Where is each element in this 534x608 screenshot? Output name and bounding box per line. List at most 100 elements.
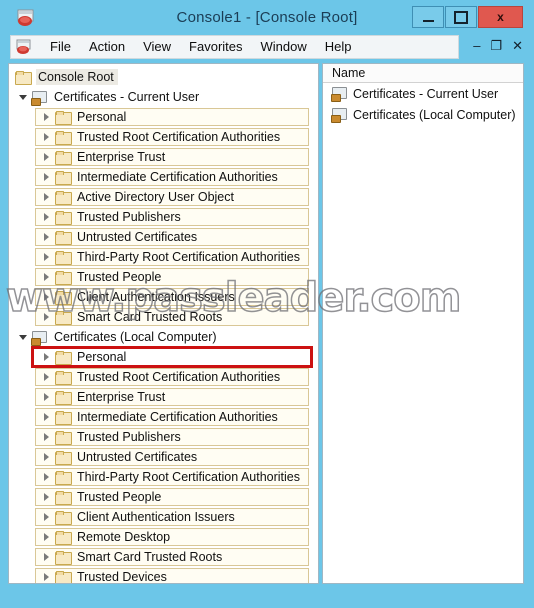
chevron-right-icon[interactable] [40,491,53,504]
chevron-right-icon[interactable] [40,451,53,464]
folder-icon [55,130,72,145]
list-item-label: Certificates - Current User [353,86,499,101]
chevron-right-icon[interactable] [40,231,53,244]
tree-item-label: Console Root [36,69,118,85]
tree-item-trusted-devices[interactable]: Trusted Devices [9,567,318,584]
menu-item-help[interactable]: Help [316,36,361,58]
console-tree-pane[interactable]: Console Root Certificates - Current User P… [8,63,319,584]
chevron-right-icon[interactable] [40,131,53,144]
tree-item-label: Third-Party Root Certification Authoriti… [77,250,301,264]
mdi-window-controls: – ❐ ✕ [473,37,523,55]
chevron-right-icon[interactable] [40,171,53,184]
tree-item-label: Personal [77,350,127,364]
chevron-right-icon[interactable] [40,371,53,384]
chevron-right-icon[interactable] [40,271,53,284]
tree-item-trusted-people[interactable]: Trusted People [9,487,318,507]
tree-item-label: Enterprise Trust [77,150,166,164]
chevron-right-icon[interactable] [40,351,53,364]
chevron-right-icon[interactable] [40,311,53,324]
tree-item-remote-desktop[interactable]: Remote Desktop [9,527,318,547]
tree-item-certificates-local-computer[interactable]: Certificates (Local Computer) [9,327,318,347]
tree-item-trusted-root-certification-authorities[interactable]: Trusted Root Certification Authorities [9,127,318,147]
menu-bar: File Action View Favorites Window Help –… [5,33,529,61]
tree-item-untrusted-certificates[interactable]: Untrusted Certificates [9,227,318,247]
chevron-right-icon[interactable] [40,511,53,524]
tree-item-personal[interactable]: Personal [9,107,318,127]
chevron-right-icon[interactable] [40,411,53,424]
chevron-right-icon[interactable] [40,431,53,444]
tree-item-smart-card-trusted-roots[interactable]: Smart Card Trusted Roots [9,307,318,327]
tree-item-console-root[interactable]: Console Root [9,67,318,87]
mdi-close-button[interactable]: ✕ [512,37,523,55]
tree-item-trusted-people[interactable]: Trusted People [9,267,318,287]
tree-item-client-authentication-issuers[interactable]: Client Authentication Issuers [9,507,318,527]
list-item-label: Certificates (Local Computer) [353,107,516,122]
chevron-right-icon[interactable] [40,571,53,584]
folder-icon [55,150,72,165]
tree-item-intermediate-certification-authorities[interactable]: Intermediate Certification Authorities [9,167,318,187]
tree-item-certificates-current-user[interactable]: Certificates - Current User [9,87,318,107]
folder-icon [55,530,72,545]
menu-item-window[interactable]: Window [252,36,316,58]
tree-item-label: Trusted People [77,270,162,284]
mdi-restore-button[interactable]: ❐ [490,37,502,55]
tree-item-personal[interactable]: Personal [9,346,318,368]
tree-item-box [31,346,313,368]
chevron-right-icon[interactable] [40,471,53,484]
tree-item-untrusted-certificates[interactable]: Untrusted Certificates [9,447,318,467]
list-item[interactable]: Certificates (Local Computer) [323,104,523,125]
column-header-name[interactable]: Name [323,64,523,83]
folder-icon [55,470,72,485]
chevron-right-icon[interactable] [40,111,53,124]
tree-item-label: Personal [77,110,127,124]
snapin-icon [331,86,348,102]
tree-item-active-directory-user-object[interactable]: Active Directory User Object [9,187,318,207]
tree-item-trusted-root-certification-authorities[interactable]: Trusted Root Certification Authorities [9,367,318,387]
chevron-right-icon[interactable] [40,291,53,304]
menu-item-view[interactable]: View [134,36,180,58]
maximize-icon [454,10,468,24]
tree-item-label: Certificates - Current User [54,90,200,104]
chevron-right-icon[interactable] [40,391,53,404]
list-item[interactable]: Certificates - Current User [323,83,523,104]
tree-item-label: Untrusted Certificates [77,450,198,464]
console-tree: Console Root Certificates - Current User P… [9,64,318,584]
snapin-icon [31,90,48,106]
tree-item-label: Trusted Publishers [77,210,181,224]
chevron-right-icon[interactable] [40,151,53,164]
tree-item-label: Intermediate Certification Authorities [77,170,278,184]
folder-icon [55,490,72,505]
chevron-right-icon[interactable] [40,211,53,224]
details-pane[interactable]: Name Certificates - Current User Certific… [322,63,524,584]
minimize-button[interactable] [412,6,444,28]
tree-item-third-party-root-certification-authorities[interactable]: Third-Party Root Certification Authoriti… [9,467,318,487]
chevron-right-icon[interactable] [40,531,53,544]
tree-item-third-party-root-certification-authorities[interactable]: Third-Party Root Certification Authoriti… [9,247,318,267]
folder-icon [55,550,72,565]
folder-icon [55,190,72,205]
maximize-button[interactable] [445,6,477,28]
minimize-icon [422,19,434,22]
tree-item-intermediate-certification-authorities[interactable]: Intermediate Certification Authorities [9,407,318,427]
chevron-right-icon[interactable] [40,251,53,264]
menu-item-favorites[interactable]: Favorites [180,36,251,58]
mdi-minimize-button[interactable]: – [473,37,480,55]
tree-item-enterprise-trust[interactable]: Enterprise Trust [9,147,318,167]
tree-item-trusted-publishers[interactable]: Trusted Publishers [9,427,318,447]
tree-item-trusted-publishers[interactable]: Trusted Publishers [9,207,318,227]
folder-icon [55,230,72,245]
folder-icon [55,390,72,405]
folder-icon [55,210,72,225]
folder-icon [55,290,72,305]
tree-item-enterprise-trust[interactable]: Enterprise Trust [9,387,318,407]
tree-item-client-authentication-issuers[interactable]: Client Authentication Issuers [9,287,318,307]
chevron-down-icon[interactable] [17,91,30,104]
menu-item-action[interactable]: Action [80,36,134,58]
chevron-right-icon[interactable] [40,551,53,564]
chevron-down-icon[interactable] [17,331,30,344]
close-button[interactable]: x [478,6,523,28]
tree-item-smart-card-trusted-roots[interactable]: Smart Card Trusted Roots [9,547,318,567]
window-controls: x [411,6,523,30]
chevron-right-icon[interactable] [40,191,53,204]
menu-item-file[interactable]: File [41,36,80,58]
